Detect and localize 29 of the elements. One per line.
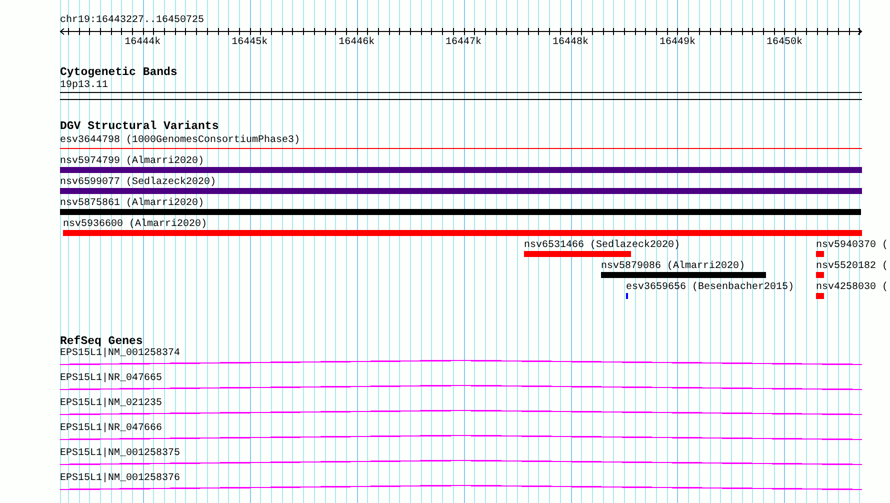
gene-label: EPS15L1|NM_001258374	[60, 348, 180, 359]
track-title: RefSeq Genes	[60, 335, 143, 348]
tick-label: 16449k	[659, 37, 696, 48]
track-title: Cytogenetic Bands	[60, 66, 178, 79]
location-label: chr19:16443227..16450725	[60, 15, 204, 27]
tick-label: 16446k	[338, 37, 375, 48]
gene-label: EPS15L1|NM_001258375	[60, 448, 180, 459]
gene-label: EPS15L1|NM_001258376	[60, 473, 180, 484]
variant-label: esv3659656 (Besenbacher2015)	[626, 282, 794, 293]
tick-label: 16444k	[124, 37, 161, 48]
gene-label: EPS15L1|NM_021235	[60, 398, 162, 409]
tick-label: 16450k	[766, 37, 802, 48]
variant-label: nsv6531466 (Sedlazeck2020)	[524, 240, 680, 251]
variant-label: nsv5875861 (Almarri2020)	[60, 198, 204, 209]
gene-label: EPS15L1|NR_047666	[60, 423, 162, 434]
variant-label: nsv5879086 (Almarri2020)	[601, 261, 746, 272]
tick-label: 16447k	[446, 37, 482, 48]
tick-label: 16445k	[232, 37, 268, 48]
variant-label: nsv5940370 (	[816, 240, 888, 251]
variant-label: esv3644798 (1000GenomesConsortiumPhase3)	[60, 135, 300, 146]
variant-label: nsv4258030 (	[816, 282, 888, 293]
band-label: 19p13.11	[60, 80, 108, 91]
gene-label: EPS15L1|NR_047665	[60, 373, 162, 384]
tick-label: 16448k	[552, 37, 589, 48]
variant-label: nsv5520182 (	[816, 261, 888, 272]
track-title: DGV Structural Variants	[60, 120, 219, 133]
variant-label: nsv5936600 (Almarri2020)	[63, 219, 208, 230]
variant-label: nsv6599077 (Sedlazeck2020)	[60, 177, 216, 188]
variant-label: nsv5974799 (Almarri2020)	[60, 156, 204, 167]
